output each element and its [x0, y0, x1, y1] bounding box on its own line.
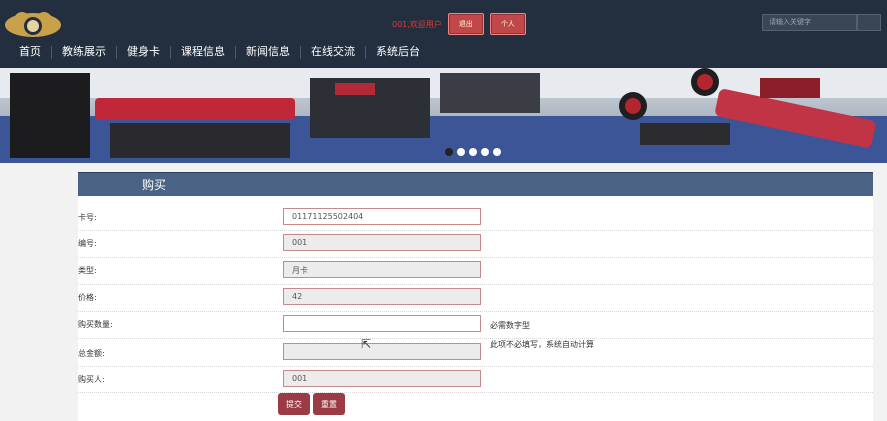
banner-carousel[interactable]: [0, 68, 887, 163]
quantity-label: 购买数量:: [78, 320, 113, 329]
quantity-field[interactable]: [283, 315, 481, 332]
reset-button[interactable]: 重置: [313, 393, 345, 415]
carousel-dot[interactable]: [457, 148, 465, 156]
carousel-dot[interactable]: [481, 148, 489, 156]
buyer-label: 购买人:: [78, 375, 105, 384]
logo-icon[interactable]: [2, 8, 64, 40]
type-label: 类型:: [78, 266, 97, 275]
id-label: 编号:: [78, 239, 97, 248]
search-button[interactable]: [857, 14, 881, 31]
nav-courses[interactable]: 课程信息: [171, 40, 235, 64]
form-row: 卡号: 01171125502404: [78, 204, 873, 231]
carousel-dot[interactable]: [493, 148, 501, 156]
header: 001,欢迎用户 退出 个人 请输入关键字 首页 教练展示 健身卡 课程信息 新…: [0, 0, 887, 68]
submit-button[interactable]: 提交: [278, 393, 310, 415]
carousel-dots: [445, 148, 501, 156]
form-row: 购买人: 001: [78, 366, 873, 393]
nav-home[interactable]: 首页: [0, 40, 51, 64]
total-field[interactable]: [283, 343, 481, 360]
logout-button[interactable]: 退出: [447, 13, 484, 35]
price-field[interactable]: 42: [283, 288, 481, 305]
card-number-label: 卡号:: [78, 213, 97, 222]
total-label: 总金额:: [78, 349, 105, 358]
mouse-cursor-icon: ⇱: [361, 337, 372, 351]
card-number-field[interactable]: 01171125502404: [283, 208, 481, 225]
type-field[interactable]: 月卡: [283, 261, 481, 278]
main-nav: 首页 教练展示 健身卡 课程信息 新闻信息 在线交流 系统后台: [0, 40, 430, 64]
nav-coaches[interactable]: 教练展示: [52, 40, 116, 64]
price-label: 价格:: [78, 293, 97, 302]
carousel-dot[interactable]: [469, 148, 477, 156]
carousel-dot[interactable]: [445, 148, 453, 156]
form-row: 价格: 42: [78, 284, 873, 312]
profile-button[interactable]: 个人: [489, 13, 526, 35]
nav-fitness-card[interactable]: 健身卡: [117, 40, 170, 64]
form-row: 类型: 月卡: [78, 257, 873, 285]
user-area: 001,欢迎用户 退出 个人: [392, 13, 526, 35]
total-hint: 此项不必填写，系统自动计算: [490, 340, 594, 349]
user-greeting: 001,欢迎用户: [392, 19, 442, 29]
nav-news[interactable]: 新闻信息: [236, 40, 300, 64]
form-row: 编号: 001: [78, 230, 873, 258]
buyer-field[interactable]: 001: [283, 370, 481, 387]
banner-image: [0, 68, 887, 163]
search-input[interactable]: 请输入关键字: [762, 14, 857, 31]
purchase-panel: 购买 卡号: 01171125502404 编号: 001 类型: 月卡 价格:…: [78, 172, 873, 421]
panel-title: 购买: [78, 172, 873, 196]
nav-admin[interactable]: 系统后台: [366, 40, 430, 64]
quantity-hint: 必需数字型: [490, 321, 530, 330]
nav-chat[interactable]: 在线交流: [301, 40, 365, 64]
form-row: 购买数量: 必需数字型: [78, 311, 873, 339]
form-row: 总金额: 此项不必填写，系统自动计算: [78, 338, 873, 367]
id-field[interactable]: 001: [283, 234, 481, 251]
